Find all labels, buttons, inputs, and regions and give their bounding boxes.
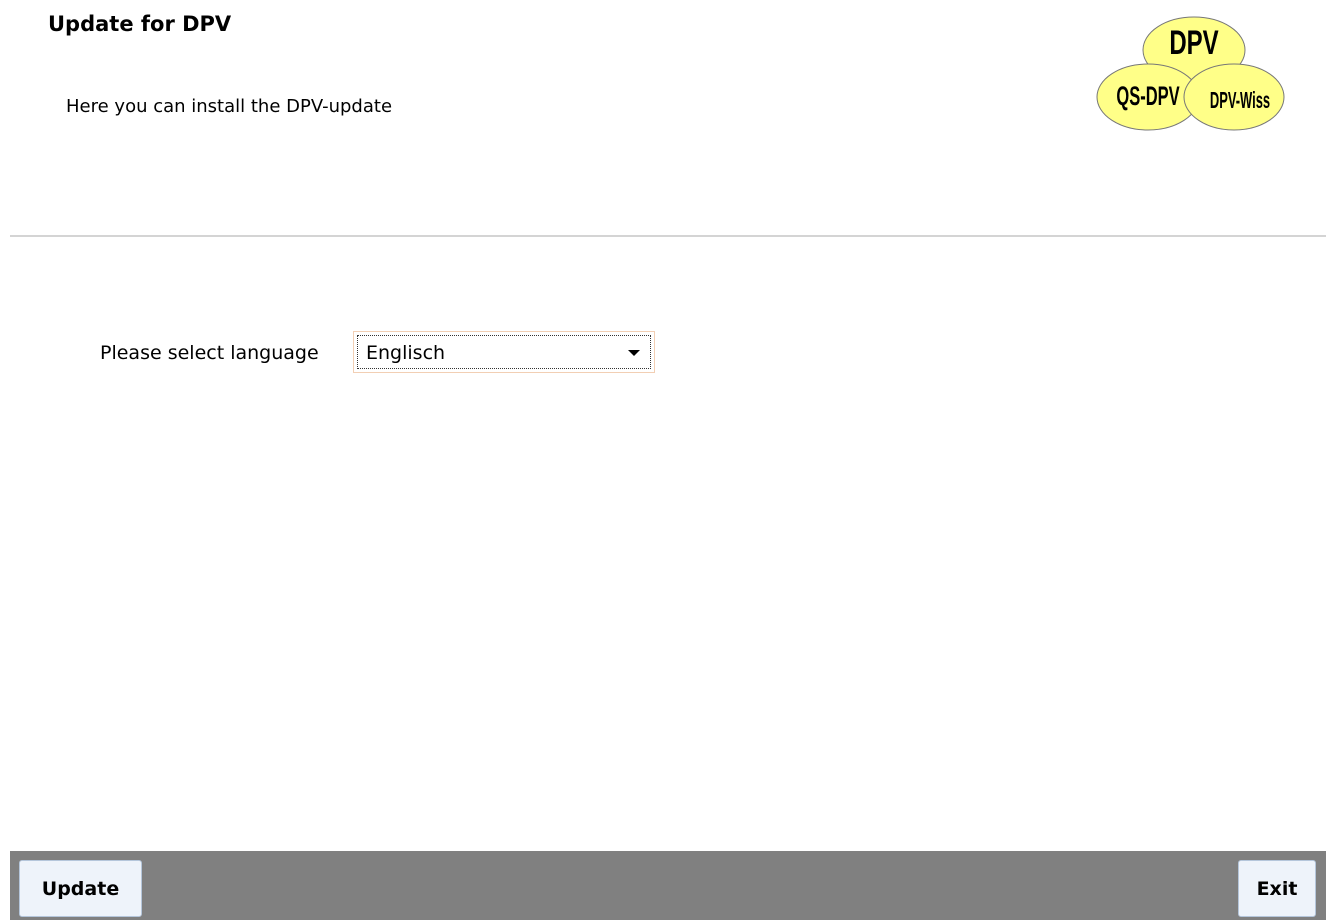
- chevron-down-icon[interactable]: [628, 350, 640, 356]
- language-select[interactable]: Englisch: [353, 331, 655, 373]
- page-title: Update for DPV: [48, 12, 232, 36]
- page-subtitle: Here you can install the DPV-update: [66, 96, 393, 117]
- language-selected-value: Englisch: [366, 342, 446, 364]
- header-panel: Update for DPV Here you can install the …: [0, 0, 1326, 236]
- update-button[interactable]: Update: [19, 860, 142, 917]
- logo-top-text: DPV: [1169, 24, 1218, 62]
- logo-right-text: DPV-Wiss: [1210, 87, 1270, 113]
- language-label: Please select language: [100, 342, 319, 364]
- update-window: Update for DPV Here you can install the …: [0, 0, 1326, 920]
- dpv-logo: DPV QS-DPV DPV-Wiss: [1096, 10, 1292, 132]
- exit-button[interactable]: Exit: [1238, 860, 1316, 917]
- header-divider: [10, 235, 1326, 237]
- logo-left-text: QS-DPV: [1116, 81, 1179, 111]
- footer-bar: Update Exit: [10, 851, 1326, 920]
